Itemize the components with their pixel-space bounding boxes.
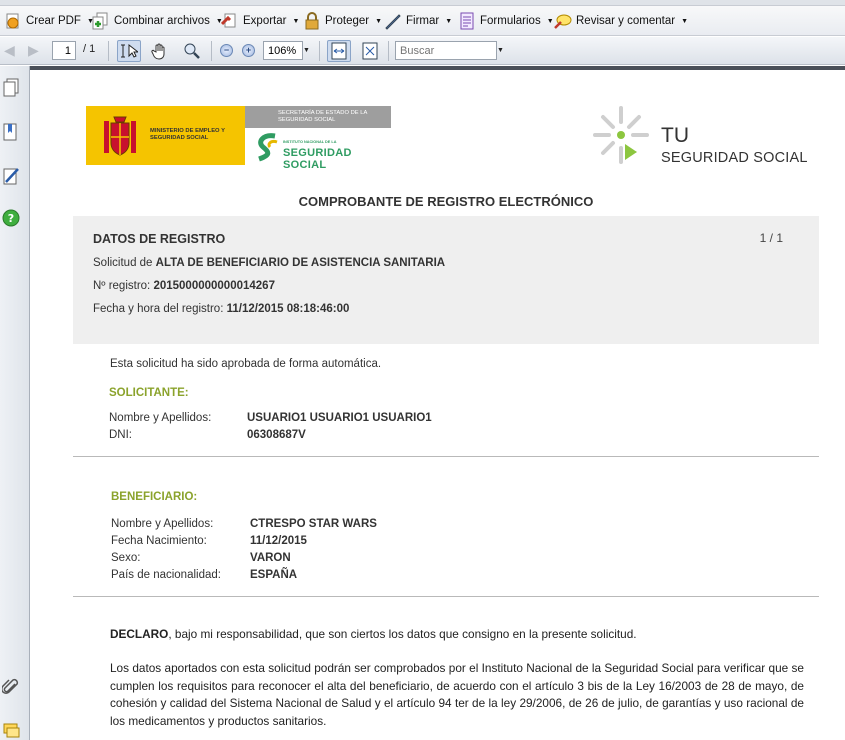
- declaration-paragraph: DECLARO, bajo mi responsabilidad, que so…: [110, 627, 637, 641]
- section-divider: [73, 456, 819, 457]
- beneficiario-sex-value: VARON: [250, 552, 291, 564]
- forms-button[interactable]: Formularios ▼: [458, 10, 554, 32]
- zoom-out-icon[interactable]: −: [220, 44, 233, 57]
- tu-label: TU: [661, 124, 689, 147]
- export-button[interactable]: Exportar ▼: [220, 10, 300, 32]
- registro-date-line: Fecha y hora del registro: 11/12/2015 08…: [93, 303, 350, 315]
- beneficiario-heading: BENEFICIARIO:: [111, 491, 198, 503]
- beneficiario-nationality-label: País de nacionalidad:: [111, 569, 221, 581]
- ministry-name: MINISTERIO DE EMPLEO Y SEGURIDAD SOCIAL: [150, 128, 225, 141]
- registration-heading: DATOS DE REGISTRO: [93, 232, 226, 246]
- create-pdf-button[interactable]: Crear PDF ▼: [4, 10, 94, 32]
- bookmarks-icon[interactable]: [2, 122, 20, 142]
- legal-paragraph: Los datos aportados con esta solicitud p…: [110, 661, 804, 728]
- zoom-in-icon[interactable]: +: [242, 44, 255, 57]
- comments-icon[interactable]: [2, 720, 20, 740]
- registro-number-line: Nº registro: 2015000000000014267: [93, 280, 275, 292]
- search-dropdown-chevron-icon[interactable]: ▼: [497, 47, 504, 54]
- chevron-down-icon: ▼: [546, 17, 554, 25]
- export-icon: [220, 12, 239, 30]
- form-icon: [458, 12, 476, 30]
- svg-text:?: ?: [8, 212, 14, 225]
- help-icon[interactable]: ?: [2, 208, 20, 228]
- previous-page-icon[interactable]: ◀: [4, 43, 20, 57]
- zoom-magnifier-icon: [184, 43, 200, 59]
- combine-files-icon: [92, 12, 110, 30]
- chevron-down-icon: ▼: [292, 17, 300, 25]
- toolbar-divider: [388, 41, 389, 61]
- marquee-zoom-button[interactable]: [180, 40, 204, 62]
- solicitante-name-label: Nombre y Apellidos:: [109, 412, 212, 424]
- page-thumbnails-icon[interactable]: [2, 78, 20, 98]
- solicitante-dni-value: 06308687V: [247, 429, 306, 441]
- section-divider: [73, 596, 819, 597]
- seguridad-social-label: SEGURIDAD SOCIAL: [283, 147, 352, 171]
- navigation-pane: ?: [0, 66, 30, 740]
- fit-page-icon: [362, 42, 378, 60]
- review-comment-button[interactable]: Revisar y comentar ▼: [554, 10, 688, 32]
- lock-icon: [303, 12, 321, 30]
- solicitante-heading: SOLICITANTE:: [109, 387, 189, 399]
- page-indicator: 1 / 1: [759, 231, 783, 245]
- fit-page-button[interactable]: [358, 40, 382, 62]
- solicitante-name-value: USUARIO1 USUARIO1 USUARIO1: [247, 412, 432, 424]
- solicitud-value: ALTA DE BENEFICIARIO DE ASISTENCIA SANIT…: [155, 257, 446, 269]
- toolbar-divider: [319, 41, 320, 61]
- fit-width-button[interactable]: [327, 40, 351, 62]
- tu-seguridad-social-emblem-icon: [593, 106, 649, 164]
- tu-seguridad-social-logo: TU SEGURIDAD SOCIAL: [591, 104, 821, 166]
- approval-note: Esta solicitud ha sido aprobada de forma…: [110, 358, 382, 370]
- protect-button[interactable]: Proteger ▼: [303, 10, 382, 32]
- attachments-icon[interactable]: [1, 678, 20, 698]
- main-toolbar: Crear PDF ▼ Combinar archivos ▼ Exportar ▼ …: [0, 0, 845, 36]
- chevron-down-icon: ▼: [375, 17, 383, 25]
- beneficiario-name-label: Nombre y Apellidos:: [111, 518, 214, 530]
- toolbar-divider: [108, 41, 109, 61]
- seguridad-social-logo: SECRETARÍA DE ESTADO DE LA SEGURIDAD SOC…: [245, 106, 391, 171]
- chevron-down-icon: ▼: [681, 17, 688, 25]
- chevron-down-icon: ▼: [445, 17, 453, 25]
- page-number-input[interactable]: [52, 41, 76, 60]
- document-page: MINISTERIO DE EMPLEO Y SEGURIDAD SOCIAL …: [31, 70, 845, 740]
- search-input[interactable]: [395, 41, 497, 60]
- instituto-label: INSTITUTO NACIONAL DE LA: [283, 140, 337, 144]
- create-pdf-icon: [4, 12, 22, 30]
- signatures-icon[interactable]: [2, 166, 20, 186]
- navigation-toolbar: ◀ ▶ / 1 − + ▼ ▼: [0, 37, 845, 65]
- zoom-dropdown-chevron-icon[interactable]: ▼: [303, 47, 310, 54]
- beneficiario-birthdate-label: Fecha Nacimiento:: [111, 535, 207, 547]
- zoom-level-input[interactable]: [263, 41, 303, 60]
- toolbar-divider: [211, 41, 212, 61]
- fit-width-icon: [331, 42, 347, 60]
- declaro-keyword: DECLARO: [110, 627, 169, 641]
- coat-of-arms-icon: [104, 116, 136, 156]
- solicitante-dni-label: DNI:: [109, 429, 132, 441]
- document-title: COMPROBANTE DE REGISTRO ELECTRÓNICO: [298, 194, 594, 209]
- secretaria-label: SECRETARÍA DE ESTADO DE LA SEGURIDAD SOC…: [245, 106, 391, 128]
- next-page-icon[interactable]: ▶: [28, 43, 44, 57]
- pen-icon: [384, 12, 402, 30]
- beneficiario-sex-label: Sexo:: [111, 552, 141, 564]
- beneficiario-name-value: CTRESPO STAR WARS: [250, 518, 377, 530]
- text-select-cursor-icon: [121, 43, 138, 58]
- beneficiario-birthdate-value: 11/12/2015: [250, 535, 307, 547]
- registro-date-value: 11/12/2015 08:18:46:00: [226, 303, 350, 315]
- select-tool-button[interactable]: [117, 40, 141, 62]
- combine-files-button[interactable]: Combinar archivos ▼: [92, 10, 223, 32]
- ministry-logo: MINISTERIO DE EMPLEO Y SEGURIDAD SOCIAL: [86, 106, 245, 165]
- window-top-edge: [0, 0, 845, 6]
- solicitud-line: Solicitud de ALTA DE BENEFICIARIO DE ASI…: [93, 257, 446, 269]
- beneficiario-nationality-value: ESPAÑA: [250, 569, 298, 581]
- registration-data-box: DATOS DE REGISTRO 1 / 1 Solicitud de ALT…: [73, 216, 819, 344]
- registro-number-value: 2015000000000014267: [153, 280, 275, 292]
- hand-icon: [151, 43, 165, 60]
- tu-subtitle: SEGURIDAD SOCIAL: [661, 150, 808, 166]
- sign-button[interactable]: Firmar ▼: [384, 10, 452, 32]
- hand-tool-button[interactable]: [148, 40, 172, 62]
- comment-icon: [554, 12, 572, 30]
- page-total: / 1: [83, 43, 96, 55]
- seguridad-social-emblem-icon: [258, 133, 278, 162]
